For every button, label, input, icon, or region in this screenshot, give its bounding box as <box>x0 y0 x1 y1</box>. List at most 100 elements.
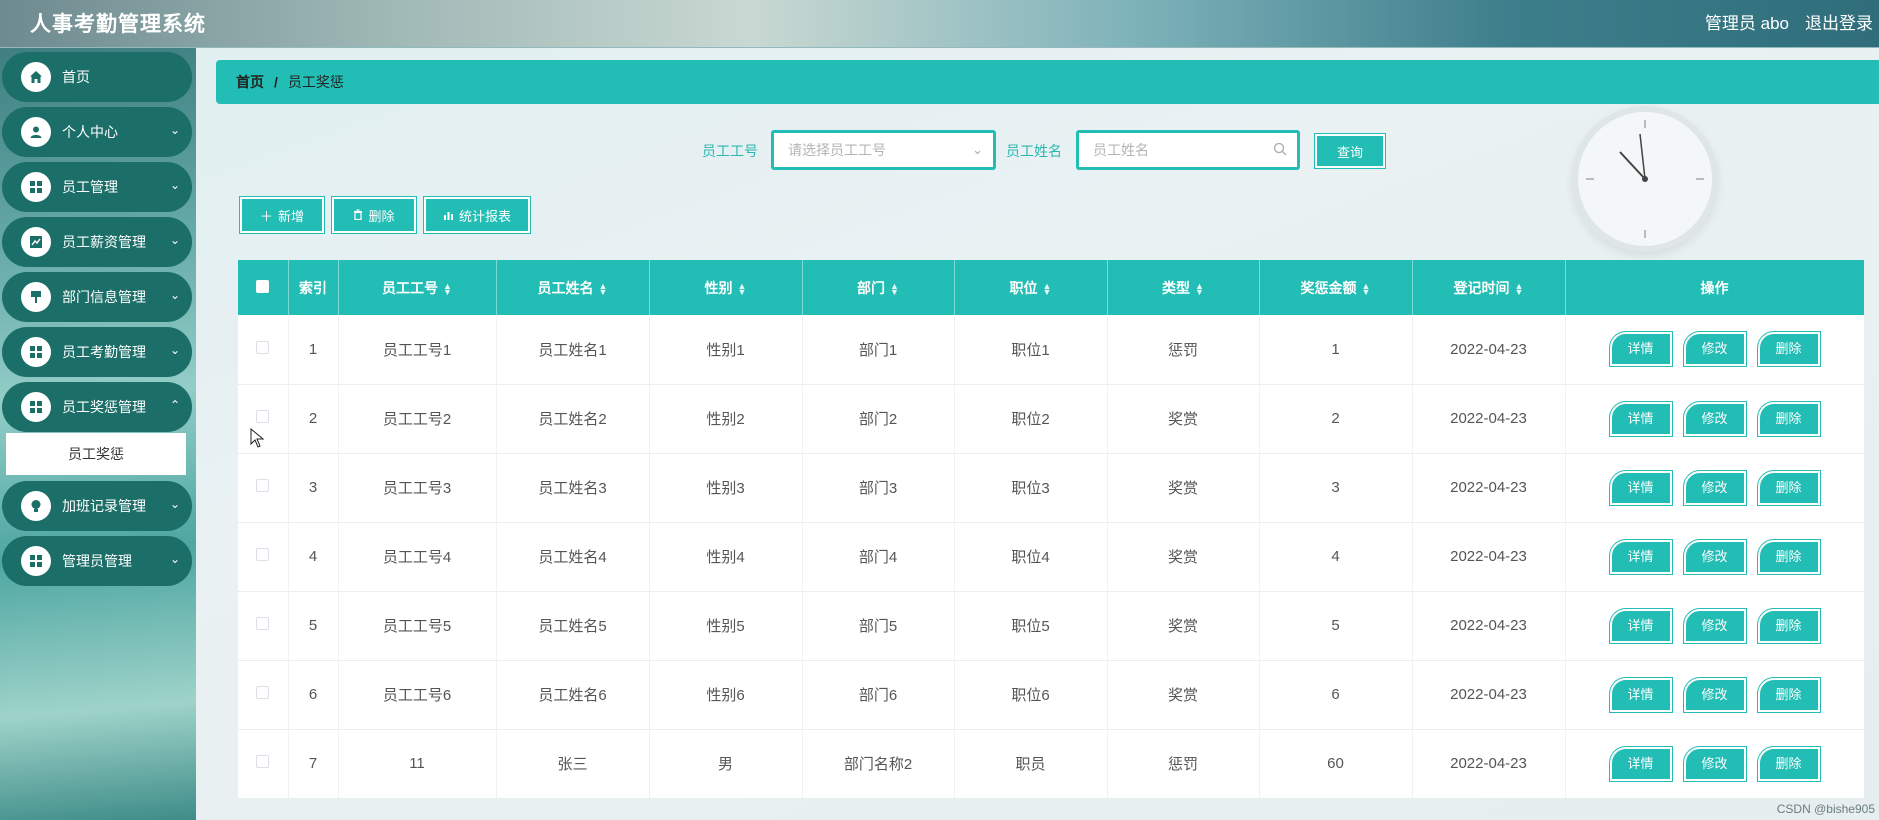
cell-actions: 详情 修改 删除 <box>1565 660 1864 729</box>
edit-button[interactable]: 修改 <box>1682 745 1747 782</box>
grid-icon <box>21 392 51 422</box>
row-select-cell <box>238 729 289 798</box>
emp-no-select[interactable]: 请选择员工工号 ⌄ <box>771 130 996 170</box>
delete-row-button[interactable]: 删除 <box>1756 538 1821 575</box>
col-header-actions: 操作 <box>1565 260 1864 315</box>
col-header-gender[interactable]: 性别 ▲ ▼ <box>649 260 803 315</box>
cell-gender: 性别4 <box>649 522 803 591</box>
edit-button[interactable]: 修改 <box>1682 400 1747 437</box>
col-header-emp-no[interactable]: 员工工号 ▲ ▼ <box>338 260 497 315</box>
sidebar-item-employee[interactable]: 员工管理 ⌄ <box>2 162 192 212</box>
add-button-label: 新增 <box>278 208 305 224</box>
detail-button[interactable]: 详情 <box>1608 331 1673 368</box>
col-header-position[interactable]: 职位 ▲ ▼ <box>954 260 1108 315</box>
row-checkbox[interactable] <box>256 755 270 768</box>
delete-row-button[interactable]: 删除 <box>1756 745 1821 782</box>
edit-button[interactable]: 修改 <box>1682 676 1747 713</box>
edit-button[interactable]: 修改 <box>1682 538 1747 575</box>
delete-row-button[interactable]: 删除 <box>1756 676 1821 713</box>
col-header-type[interactable]: 类型 ▲ ▼ <box>1107 260 1260 315</box>
cell-amount: 5 <box>1259 591 1413 660</box>
detail-button[interactable]: 详情 <box>1608 676 1673 713</box>
cell-date: 2022-04-23 <box>1412 660 1566 729</box>
row-select-cell <box>238 453 289 522</box>
row-checkbox[interactable] <box>256 479 270 492</box>
col-header-date[interactable]: 登记时间 ▲ ▼ <box>1412 260 1566 315</box>
detail-button[interactable]: 详情 <box>1608 538 1673 575</box>
emp-name-label: 员工姓名 <box>1006 143 1062 159</box>
admin-label: 管理员 abo <box>1704 14 1789 33</box>
detail-button[interactable]: 详情 <box>1608 400 1673 437</box>
signpost-icon <box>21 282 51 312</box>
sidebar-item-overtime[interactable]: 加班记录管理 ⌄ <box>2 481 192 531</box>
table-row: 5 员工工号5 员工姓名5 性别5 部门5 职位5 奖赏 5 2022-04-2… <box>238 591 1864 660</box>
detail-button[interactable]: 详情 <box>1608 745 1673 782</box>
cell-date: 2022-04-23 <box>1412 453 1566 522</box>
grid-icon <box>21 337 51 367</box>
cell-position: 职位2 <box>954 384 1108 453</box>
logout-link[interactable]: 退出登录 <box>1805 9 1873 34</box>
cell-type: 奖赏 <box>1107 453 1260 522</box>
cell-department: 部门5 <box>802 591 955 660</box>
row-checkbox[interactable] <box>256 340 270 354</box>
sidebar-item-label: 部门信息管理 <box>62 289 146 305</box>
cell-emp-name: 员工姓名1 <box>496 315 650 384</box>
edit-button[interactable]: 修改 <box>1682 607 1747 644</box>
sidebar-item-department[interactable]: 部门信息管理 ⌄ <box>2 272 192 322</box>
row-checkbox[interactable] <box>256 686 270 699</box>
edit-button[interactable]: 修改 <box>1682 469 1747 506</box>
user-icon <box>21 117 51 147</box>
row-checkbox[interactable] <box>256 617 270 630</box>
cell-emp-name: 张三 <box>496 729 650 798</box>
row-checkbox[interactable] <box>256 548 270 561</box>
sidebar-item-personal-center[interactable]: 个人中心 ⌄ <box>2 107 192 157</box>
edit-button[interactable]: 修改 <box>1682 331 1747 368</box>
breadcrumb: 首页 / 员工奖惩 <box>216 60 1879 104</box>
delete-row-button[interactable]: 删除 <box>1756 400 1821 437</box>
cell-amount: 2 <box>1259 384 1413 453</box>
cell-emp-no: 员工工号2 <box>338 384 497 453</box>
table-header-row: 索引 员工工号 ▲ ▼ 员工姓名 ▲ ▼ 性别 ▲ ▼ 部门 ▲ ▼ 职位 ▲ ▼ 类型 ▲ ▼ 奖惩金… <box>238 260 1864 315</box>
col-header-label: 性别 <box>704 279 733 296</box>
query-button[interactable]: 查询 <box>1314 133 1386 169</box>
cell-type: 奖赏 <box>1107 591 1260 660</box>
sidebar-item-home[interactable]: 首页 <box>2 52 192 102</box>
sort-icon: ▲ ▼ <box>1042 280 1052 297</box>
delete-row-button[interactable]: 删除 <box>1756 331 1821 368</box>
cell-type: 奖赏 <box>1107 384 1260 453</box>
col-header-department[interactable]: 部门 ▲ ▼ <box>802 260 955 315</box>
trash-icon <box>353 208 363 223</box>
sort-icon: ▲ ▼ <box>1514 280 1524 297</box>
emp-name-placeholder: 员工姓名 <box>1093 142 1149 158</box>
detail-button[interactable]: 详情 <box>1608 607 1673 644</box>
sort-icon: ▲ ▼ <box>1361 280 1371 297</box>
delete-row-button[interactable]: 删除 <box>1756 469 1821 506</box>
cell-gender: 性别3 <box>649 453 803 522</box>
report-button[interactable]: 统计报表 <box>423 196 531 234</box>
select-all-checkbox[interactable] <box>256 279 270 293</box>
col-header-emp-name[interactable]: 员工姓名 ▲ ▼ <box>496 260 650 315</box>
delete-button[interactable]: 删除 <box>331 196 417 234</box>
add-button[interactable]: ＋ 新增 <box>239 196 325 234</box>
cell-amount: 6 <box>1259 660 1413 729</box>
breadcrumb-home[interactable]: 首页 <box>236 72 264 92</box>
delete-row-button[interactable]: 删除 <box>1756 607 1821 644</box>
emp-name-input[interactable]: 员工姓名 <box>1076 130 1300 170</box>
sort-icon: ▲ ▼ <box>443 280 452 297</box>
sidebar-subitem-rewards[interactable]: 员工奖惩 <box>6 433 186 475</box>
cell-department: 部门6 <box>802 660 955 729</box>
row-checkbox[interactable] <box>256 410 270 423</box>
col-header-label: 部门 <box>857 279 886 296</box>
table-row: 2 员工工号2 员工姓名2 性别2 部门2 职位2 奖赏 2 2022-04-2… <box>238 384 1864 453</box>
detail-button[interactable]: 详情 <box>1608 469 1673 506</box>
sidebar-item-salary[interactable]: 员工薪资管理 ⌄ <box>2 217 192 267</box>
sidebar-item-rewards[interactable]: 员工奖惩管理 ⌃ <box>2 382 192 432</box>
sidebar-item-attendance[interactable]: 员工考勤管理 ⌄ <box>2 327 192 377</box>
sidebar-item-admin[interactable]: 管理员管理 ⌄ <box>2 536 192 586</box>
cell-actions: 详情 修改 删除 <box>1565 729 1864 798</box>
cell-gender: 性别5 <box>649 591 803 660</box>
cell-department: 部门2 <box>802 384 955 453</box>
table-row: 3 员工工号3 员工姓名3 性别3 部门3 职位3 奖赏 3 2022-04-2… <box>238 453 1864 522</box>
cell-type: 惩罚 <box>1107 729 1260 798</box>
col-header-amount[interactable]: 奖惩金额 ▲ ▼ <box>1259 260 1413 315</box>
